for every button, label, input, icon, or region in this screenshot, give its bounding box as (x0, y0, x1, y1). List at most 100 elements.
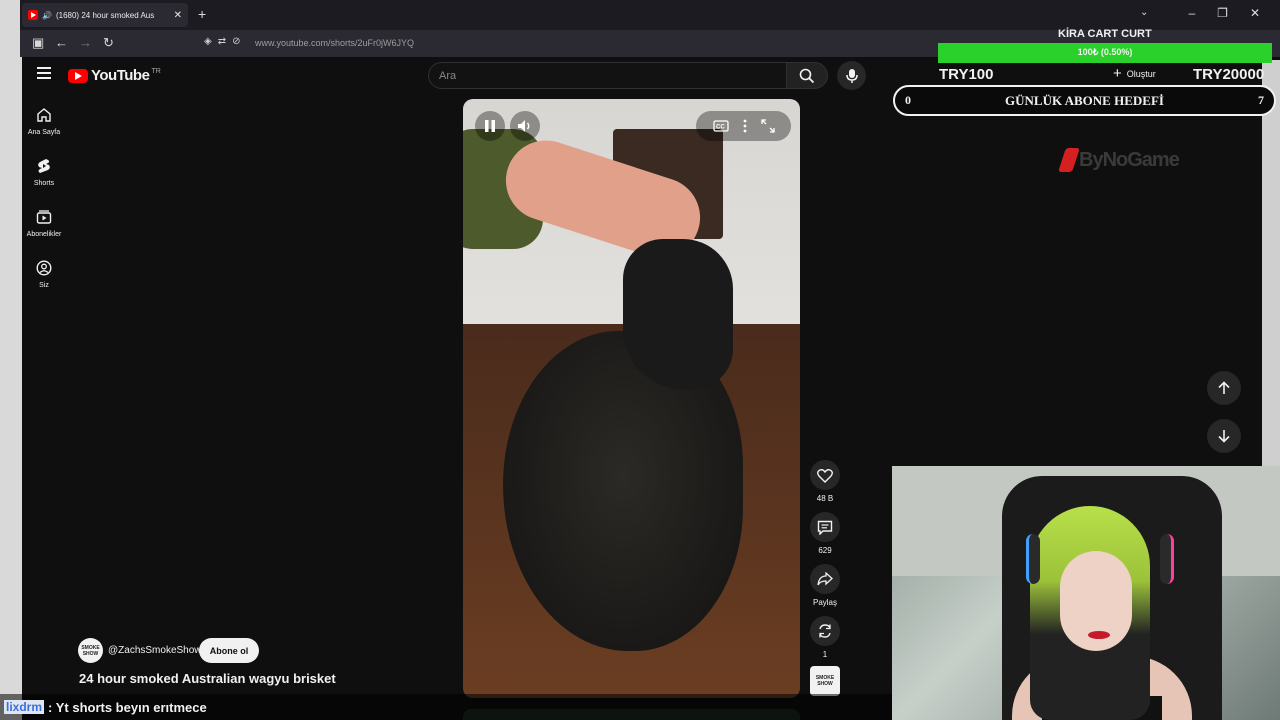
captions-icon[interactable]: CC (712, 120, 729, 132)
comment-icon (817, 520, 833, 535)
close-window-icon[interactable]: ✕ (1250, 6, 1260, 20)
sidebar-item-label: Ana Sayfa (27, 129, 61, 136)
more-options-icon[interactable] (743, 119, 747, 133)
url-bar[interactable]: www.youtube.com/shorts/2uFr0jW6JYQ (255, 38, 414, 48)
search-icon (799, 68, 815, 83)
share-icon (817, 572, 833, 586)
donation-goal-target: TRY20000 (1193, 66, 1265, 83)
like-action[interactable]: 48 B (808, 460, 842, 503)
video-controls-right: CC (696, 111, 791, 141)
sidebar-item-home[interactable]: Ana Sayfa (22, 107, 66, 136)
like-count: 48 B (816, 494, 834, 503)
channel-avatar[interactable]: SMOKE SHOW (78, 638, 103, 663)
subscriber-goal-target: 7 (1257, 93, 1264, 107)
webcam-feed (892, 466, 1280, 720)
svg-text:CC: CC (716, 125, 725, 131)
shorts-video-player[interactable]: CC (463, 99, 800, 698)
sponsor-logo: ByNoGame (1058, 148, 1180, 172)
browser-tab-bar: 🔊 (1680) 24 hour smoked Aus ✕ + ⌄ – ❐ ✕ (20, 0, 1280, 30)
screen: 🔊 (1680) 24 hour smoked Aus ✕ + ⌄ – ❐ ✕ … (0, 0, 1280, 720)
create-button[interactable]: + Oluştur (1113, 65, 1156, 82)
frame-edge-left (0, 0, 22, 720)
sponsor-name: ByNoGame (1079, 148, 1180, 171)
share-label: Paylaş (812, 598, 837, 607)
hamburger-menu-icon[interactable] (37, 67, 51, 79)
donation-goal-bar: 100₺ (0.50%) (938, 43, 1272, 63)
sidebar-item-label: Abonelikler (26, 231, 62, 238)
arrow-down-icon (1218, 430, 1230, 443)
pause-icon (485, 120, 495, 132)
remix-icon (819, 624, 831, 638)
chat-text: : Yt shorts beyın erıtmece (48, 699, 207, 715)
arrow-up-icon (1218, 381, 1230, 394)
chat-message: lixdrm : Yt shorts beyın erıtmece (0, 694, 892, 720)
chat-username: lixdrm (4, 700, 45, 714)
sidebar-toggle-icon[interactable]: ▣ (32, 35, 44, 51)
donation-goal-progress-text: 100₺ (0.50%) (1077, 47, 1133, 57)
donation-goal-current: TRY100 (939, 66, 994, 83)
youtube-favicon-icon (28, 10, 38, 20)
speaker-icon[interactable]: 🔊 (42, 11, 52, 20)
volume-button[interactable] (510, 111, 540, 141)
reload-icon[interactable]: ↻ (103, 35, 114, 51)
shorts-icon (38, 159, 50, 173)
remix-action[interactable]: 1 (808, 616, 842, 659)
create-label: Oluştur (1126, 69, 1156, 79)
account-icon (36, 260, 52, 276)
comments-action[interactable]: 629 (808, 512, 842, 555)
donation-goal-label: KİRA CART CURT (1058, 28, 1152, 40)
chevron-down-icon[interactable]: ⌄ (1140, 7, 1148, 18)
minimize-icon[interactable]: – (1188, 6, 1195, 20)
sidebar-item-label: Shorts (33, 180, 55, 187)
like-heart-icon (817, 468, 833, 483)
remix-count: 1 (822, 650, 828, 659)
sidebar-item-subscriptions[interactable]: Abonelikler (22, 209, 66, 238)
window-controls: – ❐ ✕ (1188, 6, 1260, 20)
subscriptions-icon (36, 210, 52, 224)
new-tab-button[interactable]: + (198, 6, 206, 22)
subscriber-goal-title: GÜNLÜK ABONE HEDEFİ (1005, 92, 1164, 108)
microphone-icon (845, 68, 858, 83)
search-button[interactable] (786, 62, 828, 89)
voice-search-button[interactable] (837, 61, 866, 90)
webcam-person-lips (1088, 631, 1110, 639)
channel-handle[interactable]: @ZachsSmokeShow (108, 645, 202, 656)
close-tab-icon[interactable]: ✕ (174, 10, 182, 21)
subscriber-goal-banner: 0 GÜNLÜK ABONE HEDEFİ 7 (893, 85, 1276, 116)
url-icons: ◈ ⇄ ⊘ (204, 36, 240, 47)
region-code: TR (151, 68, 161, 75)
previous-short-button[interactable] (1207, 371, 1241, 405)
shield-icon[interactable]: ◈ (204, 36, 212, 47)
video-title[interactable]: 24 hour smoked Australian wagyu brisket (79, 671, 336, 686)
tab-title: (1680) 24 hour smoked Aus (55, 10, 155, 20)
comment-count: 629 (818, 546, 832, 555)
restore-icon[interactable]: ❐ (1217, 6, 1228, 20)
next-short-button[interactable] (1207, 419, 1241, 453)
forward-icon[interactable]: → (79, 35, 92, 50)
youtube-logo[interactable]: YouTube TR (68, 67, 161, 84)
share-action[interactable]: Paylaş (808, 564, 842, 607)
browser-tab[interactable]: 🔊 (1680) 24 hour smoked Aus ✕ (22, 3, 188, 27)
volume-icon (518, 120, 530, 132)
home-icon (37, 108, 51, 122)
plus-icon: + (1113, 65, 1122, 82)
permissions-icon[interactable]: ⇄ (218, 36, 226, 47)
sidebar-item-label: Siz (39, 282, 49, 289)
subscriber-goal-current: 0 (905, 93, 911, 107)
back-icon[interactable]: ← (55, 35, 68, 50)
video-scene-glove (623, 239, 733, 389)
sound-source-thumbnail: SMOKE SHOW (810, 666, 840, 696)
tracking-icon[interactable]: ⊘ (232, 36, 240, 47)
headset-right-icon (1160, 534, 1174, 584)
frame-edge-right (1262, 60, 1280, 480)
subscribe-button[interactable]: Abone ol (199, 638, 259, 663)
youtube-play-icon (68, 68, 88, 83)
fullscreen-icon[interactable] (760, 119, 775, 133)
headset-left-icon (1026, 534, 1040, 584)
search-input[interactable]: Ara (428, 62, 788, 89)
sponsor-mark-icon (1058, 148, 1080, 172)
youtube-wordmark: YouTube (91, 67, 150, 84)
sidebar-item-shorts[interactable]: Shorts (22, 158, 66, 187)
sidebar-item-you[interactable]: Siz (22, 260, 66, 289)
pause-button[interactable] (475, 111, 505, 141)
